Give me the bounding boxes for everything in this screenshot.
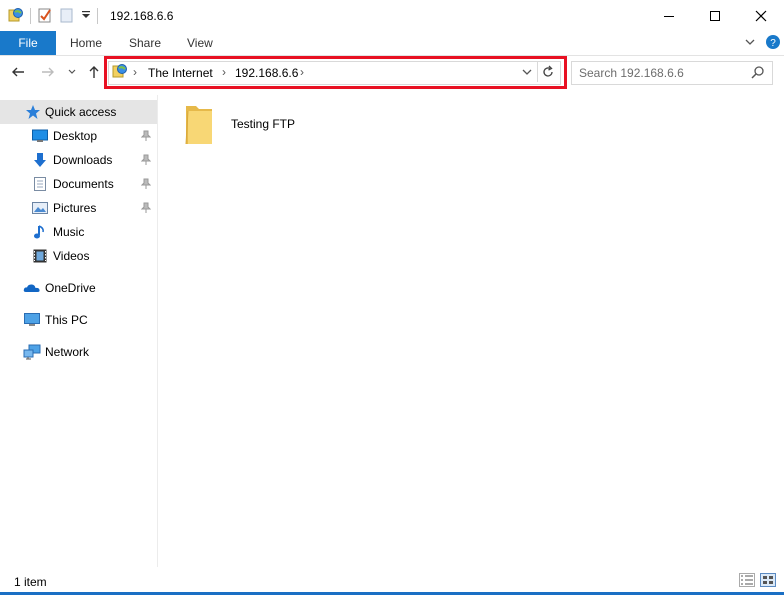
minimize-button[interactable] <box>646 0 692 31</box>
tab-view[interactable]: View <box>187 31 213 55</box>
details-view-icon <box>739 573 755 587</box>
music-icon <box>32 224 48 240</box>
tab-share[interactable]: Share <box>129 31 161 55</box>
pin-icon[interactable] <box>140 154 152 169</box>
divider <box>97 8 98 24</box>
sidebar-item-label: Desktop <box>53 129 98 143</box>
sidebar-item-documents[interactable]: Documents <box>0 172 157 196</box>
star-icon <box>25 104 41 120</box>
help-icon: ? <box>766 35 780 49</box>
svg-text:?: ? <box>770 38 776 49</box>
customize-toolbar-dropdown-icon[interactable] <box>81 9 91 23</box>
sidebar-item-quick-access[interactable]: Quick access <box>0 100 157 124</box>
videos-icon <box>32 248 48 264</box>
minimize-icon <box>664 15 674 17</box>
window-title: 192.168.6.6 <box>110 9 174 23</box>
search-placeholder: Search 192.168.6.6 <box>579 66 684 80</box>
search-icon[interactable] <box>751 65 765 82</box>
status-item-count: 1 item <box>14 575 47 589</box>
onedrive-icon <box>23 280 41 296</box>
sidebar-item-pictures[interactable]: Pictures <box>0 196 157 220</box>
sidebar-item-label: Downloads <box>53 153 113 167</box>
arrow-left-icon <box>12 67 24 77</box>
maximize-button[interactable] <box>692 0 738 31</box>
computer-icon <box>23 312 41 328</box>
sidebar-item-label: This PC <box>45 313 88 327</box>
arrow-up-icon <box>89 66 99 78</box>
expand-ribbon-button[interactable] <box>744 36 756 51</box>
pictures-icon <box>32 200 48 216</box>
documents-icon <box>32 176 48 192</box>
close-icon <box>755 10 767 21</box>
sidebar-item-this-pc[interactable]: This PC <box>0 308 157 332</box>
divider <box>30 8 31 24</box>
sidebar-item-label: Network <box>45 345 90 359</box>
sidebar-item-desktop[interactable]: Desktop <box>0 124 157 148</box>
pin-icon[interactable] <box>140 202 152 217</box>
sidebar-item-downloads[interactable]: Downloads <box>0 148 157 172</box>
back-button[interactable] <box>8 62 28 82</box>
large-icons-view-icon <box>760 573 776 587</box>
close-button[interactable] <box>738 0 784 31</box>
sidebar-item-label: OneDrive <box>45 281 96 295</box>
tab-file[interactable]: File <box>0 31 56 55</box>
new-folder-icon[interactable] <box>59 7 75 26</box>
list-item[interactable]: Testing FTP <box>183 101 313 147</box>
network-icon <box>23 344 41 360</box>
sidebar-item-music[interactable]: Music <box>0 220 157 244</box>
sidebar-item-label: Quick access <box>45 105 117 119</box>
chevron-down-icon <box>68 69 76 74</box>
large-icons-view-button[interactable] <box>760 573 776 590</box>
sidebar-item-onedrive[interactable]: OneDrive <box>0 276 157 300</box>
folder-icon <box>184 102 214 149</box>
network-location-icon[interactable] <box>8 7 24 26</box>
pin-icon[interactable] <box>140 178 152 193</box>
address-bar-highlight <box>104 56 567 89</box>
ribbon <box>0 31 784 56</box>
recent-locations-button[interactable] <box>62 62 82 82</box>
sidebar-item-label: Pictures <box>53 201 97 215</box>
desktop-icon <box>32 128 48 144</box>
forward-button[interactable] <box>38 62 58 82</box>
quick-access-toolbar <box>8 6 98 26</box>
chevron-down-icon <box>745 39 755 45</box>
sidebar-item-videos[interactable]: Videos <box>0 244 157 268</box>
up-button[interactable] <box>84 62 104 82</box>
properties-icon[interactable] <box>37 7 53 26</box>
item-label: Testing FTP <box>231 117 296 131</box>
pin-icon[interactable] <box>140 130 152 145</box>
sidebar-item-label: Documents <box>53 177 114 191</box>
sidebar-item-network[interactable]: Network <box>0 340 157 364</box>
maximize-icon <box>710 10 720 21</box>
arrow-right-icon <box>42 67 54 77</box>
tab-home[interactable]: Home <box>70 31 102 55</box>
downloads-icon <box>32 152 48 168</box>
help-button[interactable]: ? <box>765 34 781 53</box>
sidebar-item-label: Music <box>53 225 85 239</box>
details-view-button[interactable] <box>739 573 755 590</box>
sidebar-item-label: Videos <box>53 249 90 263</box>
